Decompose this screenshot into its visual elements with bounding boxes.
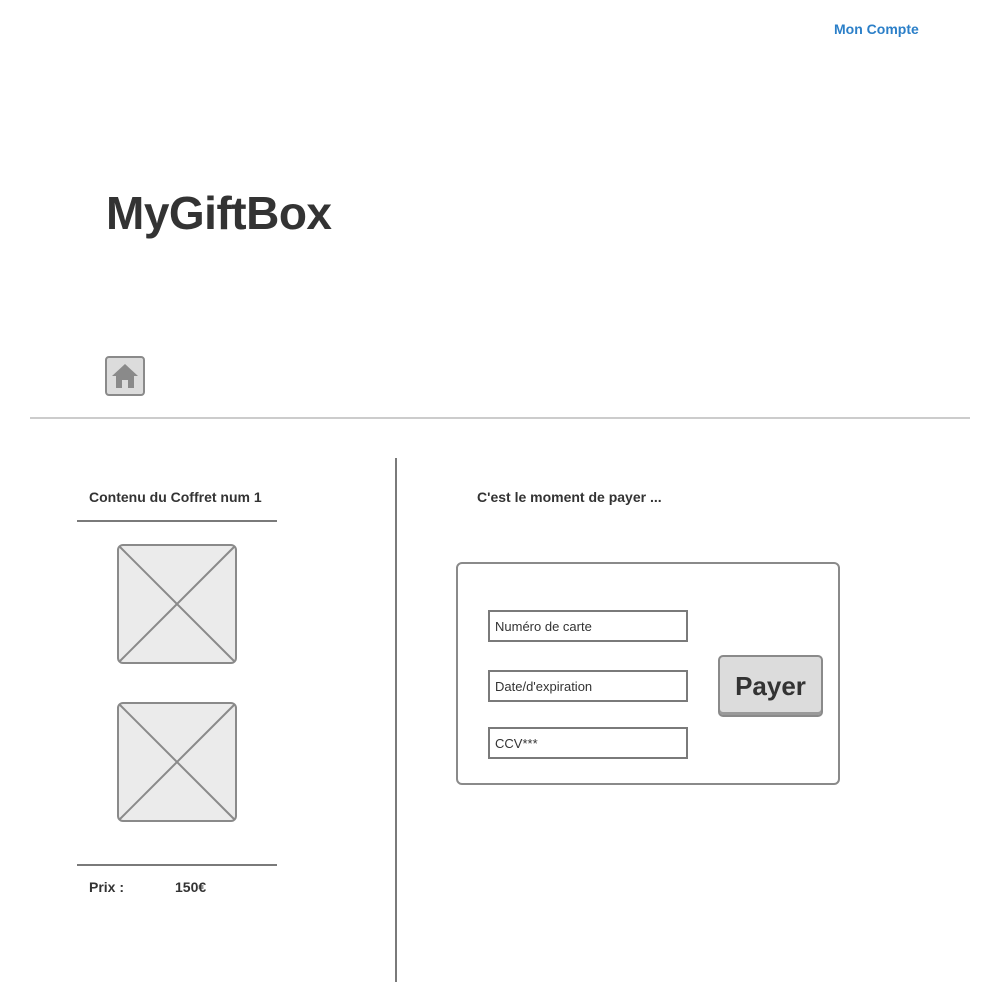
box-divider-bottom (77, 864, 277, 866)
box-divider-top (77, 520, 277, 522)
account-link[interactable]: Mon Compte (834, 21, 919, 37)
header-divider (30, 417, 970, 419)
expiry-date-input[interactable] (488, 670, 688, 702)
brand-title: MyGiftBox (106, 187, 332, 239)
home-button[interactable] (105, 356, 145, 396)
price-label: Prix : (89, 879, 125, 895)
ccv-input[interactable] (488, 727, 688, 759)
image-placeholder-icon (117, 544, 237, 664)
home-icon (112, 364, 138, 388)
payment-heading: C'est le moment de payer ... (477, 489, 662, 505)
pay-button[interactable]: Payer (718, 655, 823, 717)
page: Mon Compte MyGiftBox Contenu du Coffret … (0, 0, 990, 1002)
panel-divider (395, 458, 397, 982)
image-placeholder-icon (117, 702, 237, 822)
price-value: 150€ (175, 879, 207, 895)
box-title: Contenu du Coffret num 1 (89, 489, 262, 505)
card-number-input[interactable] (488, 610, 688, 642)
